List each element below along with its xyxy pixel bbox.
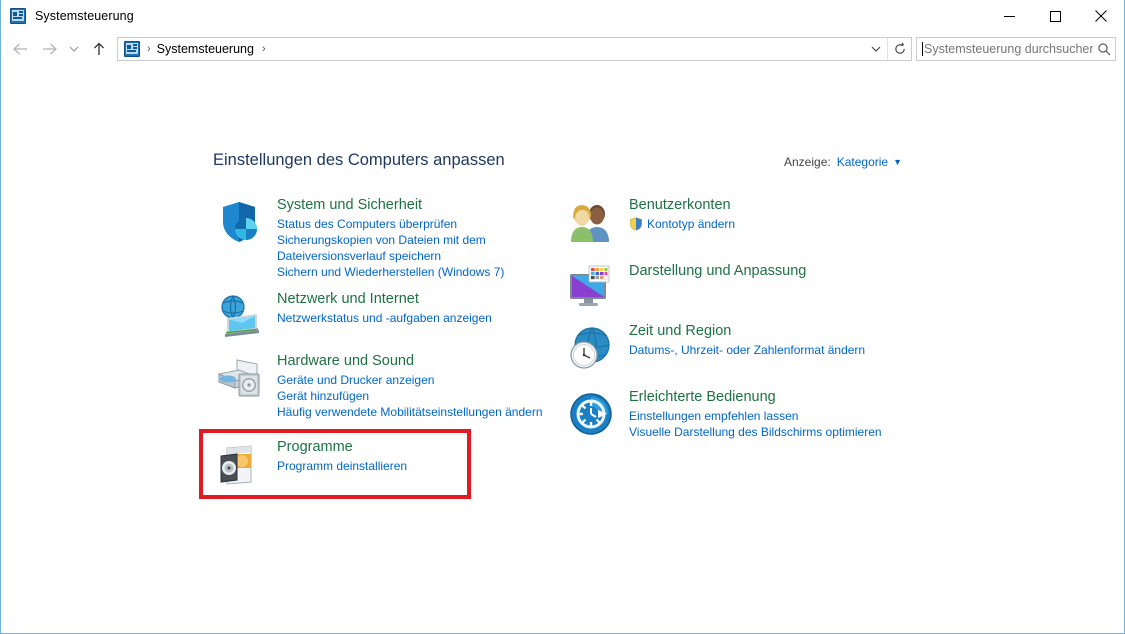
category-system-und-sicherheit[interactable]: System und Sicherheit Status des Compute… <box>211 196 551 280</box>
search-input[interactable]: Systemsteuerung durchsuchen <box>924 42 1093 56</box>
forward-arrow-icon[interactable] <box>35 34 63 64</box>
search-box[interactable]: Systemsteuerung durchsuchen <box>916 37 1116 61</box>
search-text-caret <box>922 42 923 56</box>
category-links: Netzwerkstatus und -aufgaben anzeigen <box>277 310 551 326</box>
category-programme[interactable]: Programme Programm deinstallieren <box>211 438 551 490</box>
category-title[interactable]: System und Sicherheit <box>277 196 551 215</box>
breadcrumb-separator-2[interactable]: › <box>254 43 272 55</box>
category-links: Kontotyp ändern <box>629 216 923 232</box>
search-icon[interactable] <box>1093 38 1115 60</box>
category-link[interactable]: Netzwerkstatus und -aufgaben anzeigen <box>277 310 551 326</box>
navigation-bar: › Systemsteuerung › Systemsteuerung durc… <box>1 32 1124 66</box>
category-link[interactable]: Einstellungen empfehlen lassen <box>629 408 923 424</box>
link-text: Kontotyp ändern <box>647 217 736 231</box>
category-title[interactable]: Darstellung und Anpassung <box>629 262 923 281</box>
category-title[interactable]: Benutzerkonten <box>629 196 923 215</box>
maximize-button[interactable] <box>1032 0 1078 32</box>
category-benutzerkonten[interactable]: Benutzerkonten Kontotyp ändern <box>563 196 923 248</box>
category-link[interactable]: Gerät hinzufügen <box>277 388 551 404</box>
address-bar[interactable]: › Systemsteuerung › <box>117 37 912 61</box>
page-title: Einstellungen des Computers anpassen <box>213 151 505 169</box>
category-link[interactable]: Visuelle Darstellung des Bildschirms opt… <box>629 424 923 440</box>
category-darstellung-und-anpassung[interactable]: Darstellung und Anpassung <box>563 262 923 308</box>
title-bar: Systemsteuerung <box>1 0 1124 32</box>
content-area: Einstellungen des Computers anpassen Anz… <box>1 66 1124 632</box>
category-link[interactable]: Sicherungskopien von Dateien mit dem <box>277 232 551 248</box>
close-button[interactable] <box>1078 0 1124 32</box>
breadcrumb-control-panel-icon <box>124 41 140 57</box>
category-column-right: Benutzerkonten Kontotyp ändern Darstellu… <box>563 196 923 448</box>
minimize-button[interactable] <box>986 0 1032 32</box>
back-arrow-icon[interactable] <box>7 34 35 64</box>
control-panel-window: Systemsteuerung › Systemsteuerung › Syst… <box>0 0 1125 634</box>
uac-shield-icon <box>629 217 643 231</box>
category-zeit-und-region[interactable]: Zeit und Region Datums-, Uhrzeit- oder Z… <box>563 322 923 374</box>
breadcrumb-separator-1: › <box>147 43 151 55</box>
category-link[interactable]: Sichern und Wiederherstellen (Windows 7) <box>277 264 551 280</box>
category-title[interactable]: Zeit und Region <box>629 322 923 341</box>
user-accounts-icon <box>567 198 615 246</box>
appearance-monitor-icon <box>567 264 615 312</box>
printer-device-icon <box>215 354 263 402</box>
category-hardware-und-sound[interactable]: Hardware und Sound Geräte und Drucker an… <box>211 352 551 420</box>
category-links: Einstellungen empfehlen lassen Visuelle … <box>629 408 923 440</box>
clock-globe-icon <box>567 324 615 372</box>
category-links: Programm deinstallieren <box>277 458 551 474</box>
category-link[interactable]: Programm deinstallieren <box>277 458 551 474</box>
network-globe-icon <box>215 292 263 340</box>
category-erleichterte-bedienung[interactable]: Erleichterte Bedienung Einstellungen emp… <box>563 388 923 440</box>
breadcrumb-systemsteuerung[interactable]: Systemsteuerung <box>157 42 254 56</box>
category-link[interactable]: Geräte und Drucker anzeigen <box>277 372 551 388</box>
category-links: Geräte und Drucker anzeigen Gerät hinzuf… <box>277 372 551 420</box>
category-links: Datums-, Uhrzeit- oder Zahlenformat ände… <box>629 342 923 358</box>
view-value-dropdown[interactable]: Kategorie <box>837 155 888 169</box>
view-switcher: Anzeige: Kategorie ▼ <box>784 155 902 169</box>
category-title[interactable]: Programme <box>277 438 551 457</box>
programs-disc-icon <box>215 440 263 488</box>
window-title: Systemsteuerung <box>35 8 134 23</box>
category-link[interactable]: Häufig verwendete Mobilitätseinstellunge… <box>277 404 551 420</box>
category-title[interactable]: Erleichterte Bedienung <box>629 388 923 407</box>
window-controls <box>986 0 1124 32</box>
chevron-down-icon[interactable]: ▼ <box>893 157 902 167</box>
category-link[interactable]: Datums-, Uhrzeit- oder Zahlenformat ände… <box>629 342 923 358</box>
ease-of-access-icon <box>567 390 615 438</box>
category-title[interactable]: Hardware und Sound <box>277 352 551 371</box>
category-netzwerk-und-internet[interactable]: Netzwerk und Internet Netzwerkstatus und… <box>211 290 551 342</box>
category-link[interactable]: Dateiversionsverlauf speichern <box>277 248 551 264</box>
category-link-kontotyp-aendern[interactable]: Kontotyp ändern <box>629 216 923 232</box>
category-title[interactable]: Netzwerk und Internet <box>277 290 551 309</box>
view-label: Anzeige: <box>784 155 831 169</box>
shield-security-icon <box>215 198 263 246</box>
category-link[interactable]: Status des Computers überprüfen <box>277 216 551 232</box>
control-panel-icon <box>10 7 26 24</box>
category-links: Status des Computers überprüfen Sicherun… <box>277 216 551 280</box>
refresh-icon[interactable] <box>887 38 911 60</box>
recent-locations-chevron-down-icon[interactable] <box>63 34 85 64</box>
category-column-left: System und Sicherheit Status des Compute… <box>211 196 551 498</box>
up-arrow-icon[interactable] <box>85 34 113 64</box>
address-chevron-down-icon[interactable] <box>865 38 887 60</box>
